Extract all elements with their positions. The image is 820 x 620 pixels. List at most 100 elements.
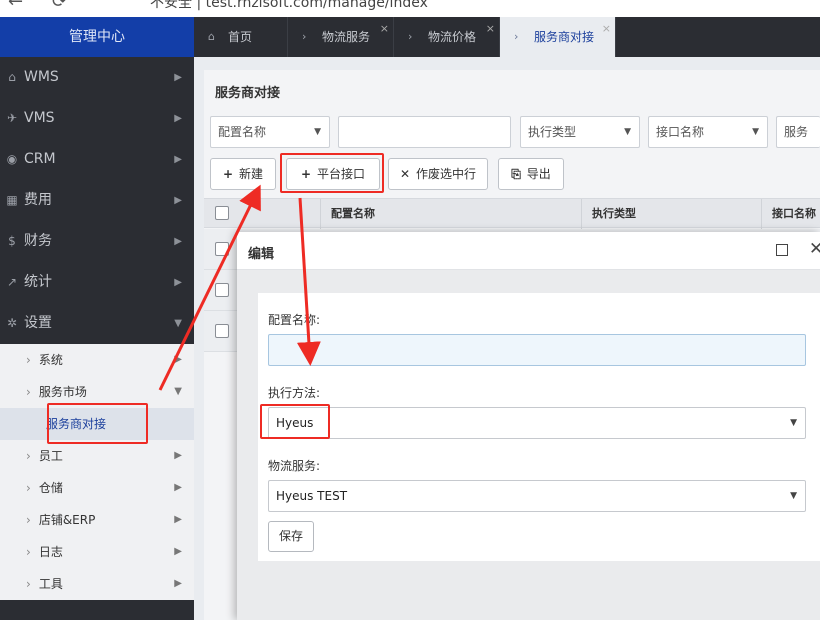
edit-form: 配置名称: 执行方法: Hyeus ▼ 物流服务: Hyeus TEST ▼ 保存 — [258, 293, 820, 561]
caret-down-icon: ▼ — [752, 127, 759, 137]
truck-icon: ✈ — [6, 111, 18, 125]
sidebar: 管理中心 ⌂ WMS ▶ ✈ VMS ▶ ◉ CRM ▶ ▦ 费用 ▶ $ 财务 ▶ ↗ 统计 ▶ ✲ 设… — [0, 17, 194, 620]
close-icon[interactable]: × — [380, 9, 389, 49]
tab-provider-integration[interactable]: › 服务商对接 × — [500, 17, 616, 57]
logistics-service-select[interactable]: Hyeus TEST ▼ — [268, 480, 806, 512]
browser-address-bar: ← ⟳ 不安全 | test.rnzisoft.com/manage/index — [0, 0, 820, 17]
gear-icon: ✲ — [6, 316, 18, 330]
back-icon[interactable]: ← — [8, 0, 23, 12]
row-checkbox[interactable] — [215, 324, 229, 338]
row-checkbox[interactable] — [215, 283, 229, 297]
column-header-config-name[interactable]: 配置名称 — [320, 199, 581, 229]
tab-logistics-price[interactable]: › 物流价格 × — [394, 17, 500, 57]
chevron-right-icon: › — [514, 30, 519, 43]
column-header-interface-name[interactable]: 接口名称 — [761, 199, 820, 229]
void-selected-button[interactable]: ✕ 作废选中行 — [388, 158, 488, 190]
tab-label: 物流价格 — [428, 30, 477, 44]
close-icon[interactable]: × — [602, 9, 611, 49]
chevron-right-icon: › — [26, 577, 31, 591]
sidebar-item-system[interactable]: › 系统 ▶ — [0, 344, 194, 376]
chevron-right-icon: ▶ — [174, 514, 182, 525]
chart-line-icon: ↗ — [6, 275, 18, 289]
exec-method-label: 执行方法: — [268, 386, 321, 400]
filter-label: 执行类型 — [528, 125, 577, 139]
maximize-icon[interactable] — [776, 244, 788, 256]
config-name-search-input[interactable] — [338, 116, 511, 148]
sidebar-item-wms[interactable]: ⌂ WMS ▶ — [0, 57, 194, 98]
chevron-right-icon: ▶ — [174, 578, 182, 589]
export-file-icon: ⎘ — [511, 167, 521, 181]
sidebar-item-warehouse[interactable]: › 仓储 ▶ — [0, 472, 194, 504]
dialog-title: 编辑 — [248, 247, 275, 262]
caret-down-icon: ▼ — [790, 491, 797, 501]
save-button[interactable]: 保存 — [268, 521, 314, 552]
close-icon[interactable]: ✕ — [809, 239, 820, 259]
sidebar-item-vms[interactable]: ✈ VMS ▶ — [0, 98, 194, 139]
close-icon: ✕ — [399, 167, 411, 181]
chevron-right-icon: ▶ — [174, 354, 182, 365]
plus-icon: + — [222, 167, 234, 181]
filter-label: 服务 — [784, 125, 809, 139]
sidebar-item-label: 仓储 — [38, 481, 63, 495]
tab-logistics-service[interactable]: › 物流服务 × — [288, 17, 394, 57]
select-value: Hyeus TEST — [276, 489, 348, 503]
button-label: 新建 — [239, 167, 264, 181]
chevron-right-icon: ▶ — [174, 72, 182, 83]
sidebar-item-fees[interactable]: ▦ 费用 ▶ — [0, 180, 194, 221]
chevron-right-icon: › — [26, 385, 31, 399]
sidebar-item-stats[interactable]: ↗ 统计 ▶ — [0, 262, 194, 303]
page-title: 服务商对接 — [215, 86, 281, 101]
column-header-exec-type[interactable]: 执行类型 — [581, 199, 761, 229]
logistics-service-label: 物流服务: — [268, 459, 321, 473]
sidebar-item-label: 系统 — [38, 353, 63, 367]
config-name-field[interactable] — [268, 334, 806, 366]
sidebar-item-tools[interactable]: › 工具 ▶ — [0, 568, 194, 600]
new-button[interactable]: + 新建 — [210, 158, 276, 190]
sidebar-item-settings[interactable]: ✲ 设置 ▼ — [0, 303, 194, 344]
sidebar-item-label: 财务 — [24, 233, 52, 249]
chevron-right-icon: › — [302, 30, 307, 43]
home-icon: ⌂ — [208, 30, 215, 43]
highlight-provider-integration — [47, 403, 148, 444]
exec-method-select[interactable]: Hyeus ▼ — [268, 407, 806, 439]
sidebar-item-label: 费用 — [24, 192, 52, 208]
chevron-right-icon: ▶ — [174, 154, 182, 165]
filter-label: 接口名称 — [656, 125, 705, 139]
interface-name-filter[interactable]: 接口名称 ▼ — [648, 116, 768, 148]
sidebar-item-label: 设置 — [24, 315, 52, 331]
chevron-right-icon: ▶ — [174, 482, 182, 493]
config-name-filter[interactable]: 配置名称 ▼ — [210, 116, 330, 148]
reload-icon[interactable]: ⟳ — [52, 0, 67, 12]
tab-label: 服务商对接 — [534, 30, 595, 44]
chevron-right-icon: › — [26, 353, 31, 367]
settings-submenu: › 系统 ▶ › 服务市场 ▼ 服务商对接 › 员工 ▶ › 仓储 ▶ › 店铺&ERP ▶ › 日志… — [0, 344, 194, 600]
sidebar-item-label: WMS — [24, 69, 59, 85]
export-button[interactable]: ⎘ 导出 — [498, 158, 564, 190]
row-checkbox[interactable] — [215, 242, 229, 256]
sidebar-item-shop-erp[interactable]: › 店铺&ERP ▶ — [0, 504, 194, 536]
sidebar-item-logs[interactable]: › 日志 ▶ — [0, 536, 194, 568]
highlight-platform-interface — [280, 153, 384, 193]
sidebar-item-staff[interactable]: › 员工 ▶ — [0, 440, 194, 472]
sidebar-item-crm[interactable]: ◉ CRM ▶ — [0, 139, 194, 180]
exec-type-filter[interactable]: 执行类型 ▼ — [520, 116, 640, 148]
chevron-right-icon: ▶ — [174, 277, 182, 288]
chevron-right-icon: ▶ — [174, 113, 182, 124]
service-filter[interactable]: 服务 — [776, 116, 820, 148]
select-all-checkbox[interactable] — [215, 206, 229, 220]
close-icon[interactable]: × — [486, 9, 495, 49]
chevron-right-icon: ▶ — [174, 195, 182, 206]
chevron-right-icon: ▶ — [174, 236, 182, 247]
tab-bar: ⌂ 首页 › 物流服务 × › 物流价格 × › 服务商对接 × — [194, 17, 820, 57]
chevron-right-icon: › — [26, 513, 31, 527]
chevron-right-icon: › — [26, 481, 31, 495]
config-name-label: 配置名称: — [268, 313, 321, 327]
table-icon: ▦ — [6, 193, 18, 207]
sidebar-item-finance[interactable]: $ 财务 ▶ — [0, 221, 194, 262]
sidebar-item-label: 统计 — [24, 274, 52, 290]
sidebar-item-label: 工具 — [38, 577, 63, 591]
tab-home[interactable]: ⌂ 首页 — [194, 17, 288, 57]
chevron-right-icon: › — [408, 30, 413, 43]
caret-down-icon: ▼ — [314, 127, 321, 137]
chevron-down-icon: ▼ — [174, 386, 182, 397]
